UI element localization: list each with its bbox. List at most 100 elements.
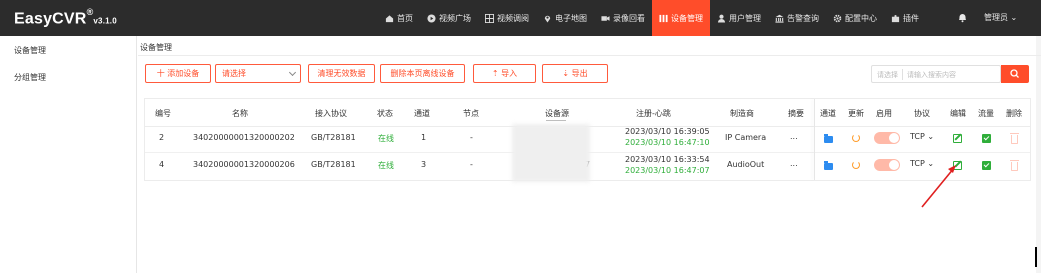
main-nav: 首页 视频广场 视频调阅 电子地图 录像回看 设备管理 用户管理 告警查询 配置… [378, 0, 926, 36]
user-menu[interactable]: 管理员 ⌄ [984, 12, 1017, 23]
row-maker: AudioOut [727, 160, 765, 169]
nav-plugins[interactable]: 插件 [884, 0, 926, 36]
table-header: 编号 名称 接入协议 状态 通道 节点 设备源 注册-心跳 制造商 摘要 通道 … [145, 99, 1030, 127]
enable-toggle[interactable] [874, 159, 900, 171]
app-logo[interactable]: EasyCVR®v3.1.0 [14, 7, 117, 28]
flow-icon[interactable] [982, 161, 991, 170]
folder-icon[interactable] [824, 161, 833, 170]
row-name: 34020000001320000202 [193, 133, 295, 142]
row-protocol: GB/T28181 [311, 133, 356, 142]
row-register-time: 2023/03/10 16:39:05 [625, 127, 710, 136]
delete-icon[interactable] [1010, 133, 1019, 144]
col-protocol[interactable]: 接入协议 [315, 108, 347, 119]
sidebar-item-device-management[interactable]: 设备管理 [14, 45, 46, 56]
nav-playback[interactable]: 录像回看 [594, 0, 652, 36]
user-icon [717, 14, 726, 23]
bars-icon [659, 14, 668, 22]
col-action-protocol: 协议 [914, 109, 930, 118]
col-summary[interactable]: 摘要 [788, 108, 804, 119]
enable-toggle[interactable] [874, 132, 900, 144]
row-summary[interactable]: ... [790, 159, 798, 168]
col-source[interactable]: 设备源 [545, 108, 569, 119]
sidebar: 设备管理 分组管理 [0, 36, 137, 273]
search-type-select[interactable]: 请选择 [877, 70, 898, 80]
nav-device-management[interactable]: 设备管理 [652, 0, 710, 36]
col-action-flow: 流量 [978, 109, 994, 118]
delete-offline-devices-button[interactable]: 删除本页离线设备 [380, 64, 465, 83]
row-node: - [470, 160, 473, 169]
delete-icon[interactable] [1010, 160, 1019, 171]
nav-config-center[interactable]: 配置中心 [826, 0, 884, 36]
fixed-column-divider [814, 99, 815, 180]
import-button[interactable]: ⇡ 导入 [473, 64, 536, 83]
refresh-icon[interactable] [852, 161, 860, 169]
video-camera-icon [601, 15, 610, 21]
gear-icon [833, 14, 842, 22]
row-protocol: GB/T28181 [311, 160, 356, 169]
breadcrumb: 设备管理 [140, 43, 172, 52]
search-input[interactable]: 请输入搜索内容 [907, 70, 956, 80]
row-register-time: 2023/03/10 16:33:54 [625, 155, 710, 164]
col-action-edit: 编辑 [950, 109, 966, 118]
col-register-heartbeat[interactable]: 注册-心跳 [636, 108, 671, 119]
row-status: 在线 [378, 134, 394, 143]
add-device-button[interactable]: 十 添加设备 [145, 64, 211, 83]
protocol-select[interactable]: TCP ⌄ [910, 132, 934, 141]
row-node: - [470, 133, 473, 142]
col-channels[interactable]: 通道 [414, 108, 430, 119]
nav-video-view[interactable]: 视频调阅 [478, 0, 536, 36]
play-circle-icon [427, 13, 436, 23]
home-icon [385, 14, 394, 22]
search-button[interactable] [1001, 65, 1029, 83]
clear-invalid-data-button[interactable]: 清理无效数据 [308, 64, 375, 83]
col-id[interactable]: 编号 [155, 108, 171, 119]
sidebar-item-group-management[interactable]: 分组管理 [14, 72, 46, 83]
top-bar: EasyCVR®v3.1.0 首页 视频广场 视频调阅 电子地图 录像回看 设备… [0, 0, 1041, 36]
col-action-enable: 启用 [876, 109, 892, 118]
chevron-down-icon [288, 68, 297, 77]
folder-icon[interactable] [824, 134, 833, 143]
flow-icon[interactable] [982, 134, 991, 143]
col-action-channels: 通道 [820, 109, 836, 118]
search-icon [1010, 69, 1019, 78]
col-node[interactable]: 节点 [463, 108, 479, 119]
row-id: 2 [159, 133, 165, 142]
export-button[interactable]: ⇣ 导出 [542, 64, 608, 83]
divider [138, 55, 1041, 56]
nav-device-management-label: 设备管理 [671, 13, 703, 23]
row-summary[interactable]: ... [790, 132, 798, 141]
nav-user-management[interactable]: 用户管理 [710, 0, 768, 36]
nav-home[interactable]: 首页 [378, 0, 420, 36]
nav-plugins-label: 插件 [903, 13, 919, 23]
vertical-scrollbar[interactable] [1036, 36, 1041, 273]
nav-video-view-label: 视频调阅 [497, 13, 529, 23]
search-box[interactable]: 请选择 请输入搜索内容 [871, 65, 1001, 83]
row-channels: 1 [421, 133, 427, 142]
nav-home-label: 首页 [397, 13, 413, 23]
row-name: 34020000001320000206 [193, 160, 295, 169]
redacted-region [512, 124, 590, 182]
col-name[interactable]: 名称 [232, 108, 248, 119]
grid-icon [485, 13, 494, 23]
puzzle-icon [891, 14, 900, 22]
row-id: 4 [159, 160, 165, 169]
search-divider [902, 69, 903, 80]
bell-icon[interactable] [957, 12, 968, 23]
nav-alarm-query[interactable]: 告警查询 [768, 0, 826, 36]
col-action-update: 更新 [848, 109, 864, 118]
nav-map-label: 电子地图 [555, 13, 587, 23]
nav-video-square[interactable]: 视频广场 [420, 0, 478, 36]
bank-icon [775, 14, 784, 23]
refresh-icon[interactable] [852, 134, 860, 142]
row-heartbeat-time: 2023/03/10 16:47:07 [625, 166, 710, 175]
filter-select[interactable]: 请选择 [215, 64, 301, 83]
nav-map[interactable]: 电子地图 [536, 0, 594, 36]
nav-video-square-label: 视频广场 [439, 13, 471, 23]
col-status[interactable]: 状态 [377, 108, 393, 119]
row-status: 在线 [378, 161, 394, 170]
annotation-arrow-icon [921, 165, 956, 208]
edit-icon[interactable] [953, 134, 962, 143]
nav-user-management-label: 用户管理 [729, 13, 761, 23]
row-maker: IP Camera [725, 133, 767, 142]
col-maker[interactable]: 制造商 [730, 108, 754, 119]
